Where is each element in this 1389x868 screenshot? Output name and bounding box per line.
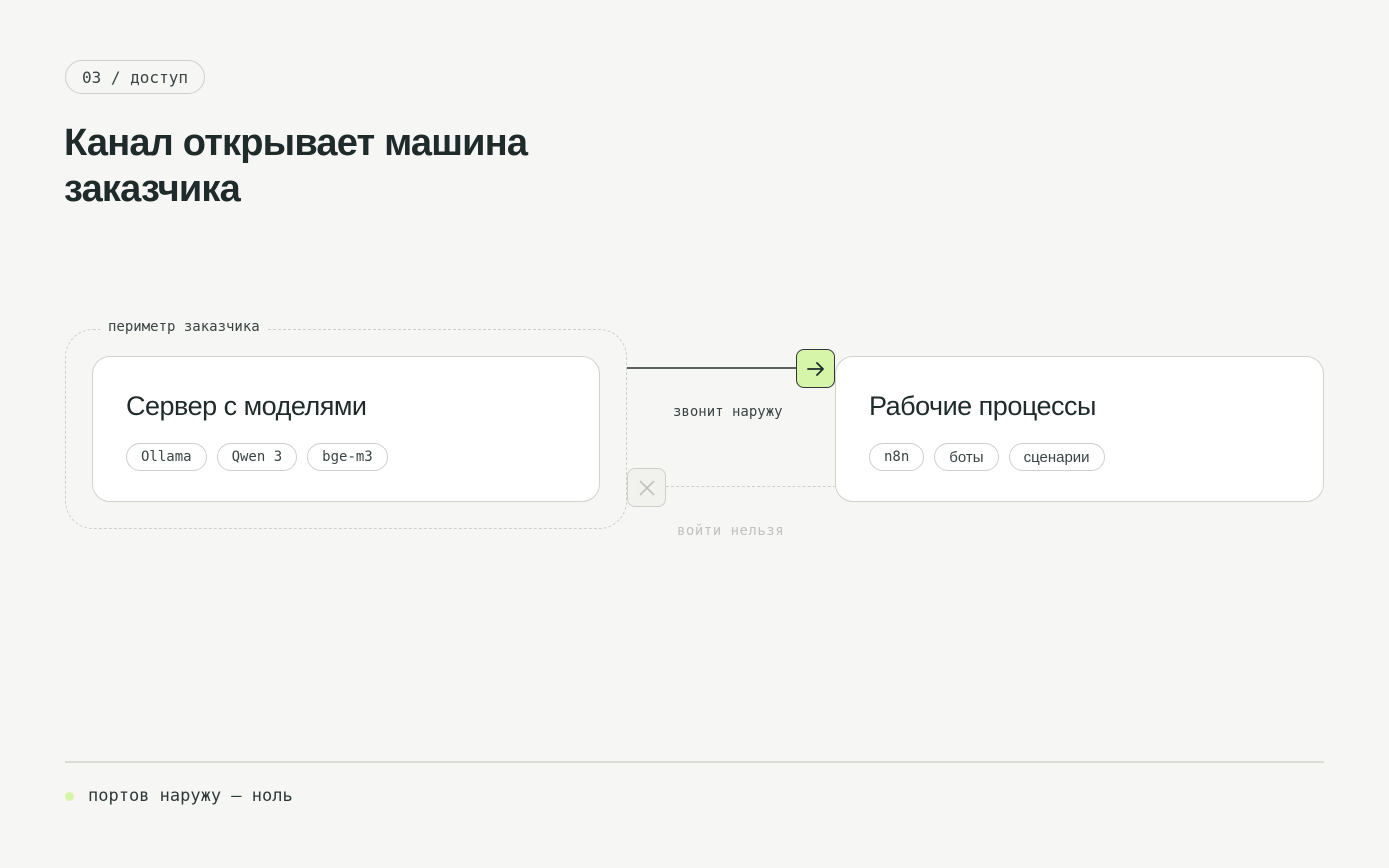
close-icon xyxy=(627,468,666,507)
chip-bots: боты xyxy=(934,443,999,471)
inbound-label: войти нельзя xyxy=(677,523,785,539)
model-server-title: Сервер с моделями xyxy=(126,391,367,421)
model-server-card: Сервер с моделями Ollama Qwen 3 bge-m3 xyxy=(92,356,600,502)
footer-divider xyxy=(65,761,1324,763)
model-server-chips: Ollama Qwen 3 bge-m3 xyxy=(126,443,388,471)
slide: 03 / доступ Канал открывает машина заказ… xyxy=(0,0,1389,868)
workflows-title: Рабочие процессы xyxy=(869,391,1096,421)
inbound-connector xyxy=(666,486,836,487)
workflows-card: Рабочие процессы n8n боты сценарии xyxy=(835,356,1324,502)
chip-bge: bge-m3 xyxy=(307,443,388,471)
perimeter-label: периметр заказчика xyxy=(100,319,268,335)
outbound-label: звонит наружу xyxy=(673,404,783,420)
footer-note: портов наружу — ноль xyxy=(88,786,293,806)
chip-n8n: n8n xyxy=(869,443,925,471)
chip-qwen: Qwen 3 xyxy=(216,443,298,471)
workflows-chips: n8n боты сценарии xyxy=(869,443,1105,471)
chip-scenarios: сценарии xyxy=(1008,443,1105,471)
page-title: Канал открывает машина заказчика xyxy=(64,122,528,210)
section-tag: 03 / доступ xyxy=(65,60,205,94)
arrow-right-icon xyxy=(796,349,835,388)
status-dot xyxy=(65,792,74,801)
chip-ollama: Ollama xyxy=(126,443,207,471)
outbound-connector xyxy=(627,367,797,369)
